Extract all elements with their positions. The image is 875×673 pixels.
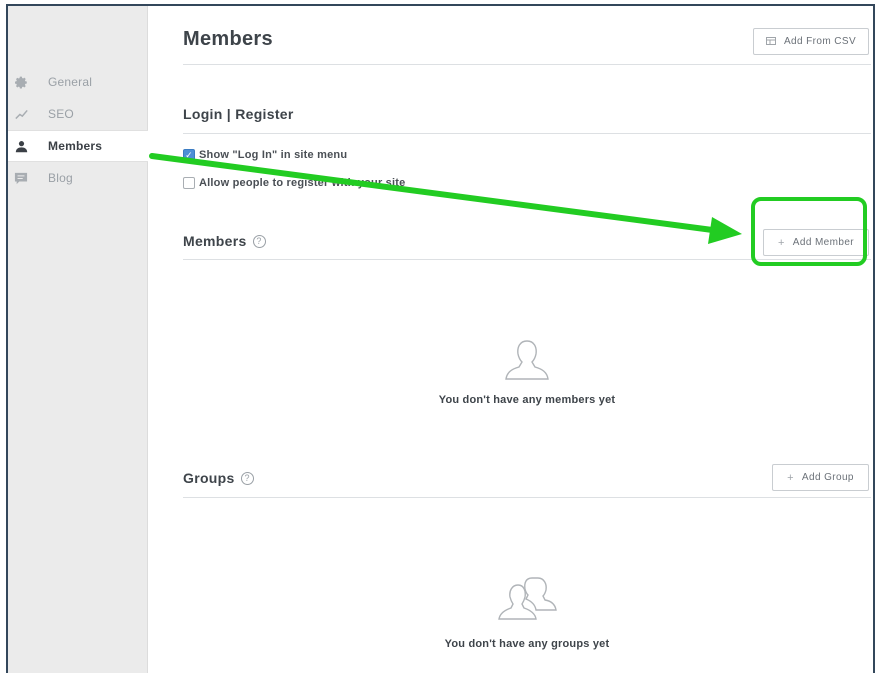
add-group-label: Add Group bbox=[801, 472, 854, 483]
add-group-button[interactable]: + Add Group bbox=[772, 464, 869, 491]
plus-icon: + bbox=[787, 471, 794, 484]
main-content: Members Add From CSV Login | Register ✓ … bbox=[183, 6, 873, 673]
help-icon[interactable]: ? bbox=[252, 234, 266, 248]
sidebar: General SEO Members Blog bbox=[8, 6, 148, 673]
add-member-label: Add Member bbox=[792, 237, 855, 248]
allow-register-checkbox[interactable] bbox=[183, 177, 195, 189]
members-empty-text: You don't have any members yet bbox=[438, 394, 616, 406]
group-outline-icon bbox=[495, 576, 559, 627]
groups-title-text: Groups bbox=[183, 470, 235, 486]
allow-register-label: Allow people to register with your site bbox=[199, 177, 406, 189]
allow-register-option[interactable]: Allow people to register with your site bbox=[183, 177, 405, 189]
plus-icon: + bbox=[777, 236, 785, 249]
add-from-csv-button[interactable]: Add From CSV bbox=[753, 28, 869, 55]
sidebar-item-label: General bbox=[48, 75, 93, 89]
trend-icon bbox=[14, 107, 28, 121]
divider bbox=[183, 64, 871, 65]
divider bbox=[183, 497, 871, 498]
sidebar-item-blog[interactable]: Blog bbox=[8, 162, 148, 194]
table-icon bbox=[765, 36, 776, 48]
groups-section-title: Groups ? bbox=[183, 470, 254, 486]
divider bbox=[183, 133, 871, 134]
sidebar-item-members[interactable]: Members bbox=[8, 130, 148, 162]
groups-empty-text: You don't have any groups yet bbox=[444, 638, 610, 650]
login-register-title: Login | Register bbox=[183, 106, 294, 122]
gear-icon bbox=[14, 75, 28, 89]
page-title: Members bbox=[183, 28, 273, 50]
help-icon[interactable]: ? bbox=[240, 471, 254, 485]
show-login-checkbox[interactable]: ✓ bbox=[183, 149, 195, 161]
sidebar-item-label: Blog bbox=[48, 171, 73, 185]
show-login-label: Show "Log In" in site menu bbox=[199, 149, 348, 161]
add-from-csv-label: Add From CSV bbox=[783, 36, 857, 47]
show-login-option[interactable]: ✓ Show "Log In" in site menu bbox=[183, 149, 347, 161]
sidebar-item-general[interactable]: General bbox=[8, 66, 148, 98]
divider bbox=[183, 259, 871, 260]
app-window: General SEO Members Blog Members Add Fro… bbox=[6, 4, 875, 673]
sidebar-nav: General SEO Members Blog bbox=[8, 66, 148, 194]
members-title-text: Members bbox=[183, 233, 247, 249]
sidebar-item-label: SEO bbox=[48, 107, 74, 121]
members-section-title: Members ? bbox=[183, 233, 266, 249]
sidebar-item-seo[interactable]: SEO bbox=[8, 98, 148, 130]
comment-icon bbox=[14, 171, 28, 185]
person-icon bbox=[14, 139, 28, 153]
add-member-button[interactable]: + Add Member bbox=[763, 229, 869, 256]
sidebar-item-label: Members bbox=[48, 139, 103, 153]
person-outline-icon bbox=[503, 338, 551, 389]
